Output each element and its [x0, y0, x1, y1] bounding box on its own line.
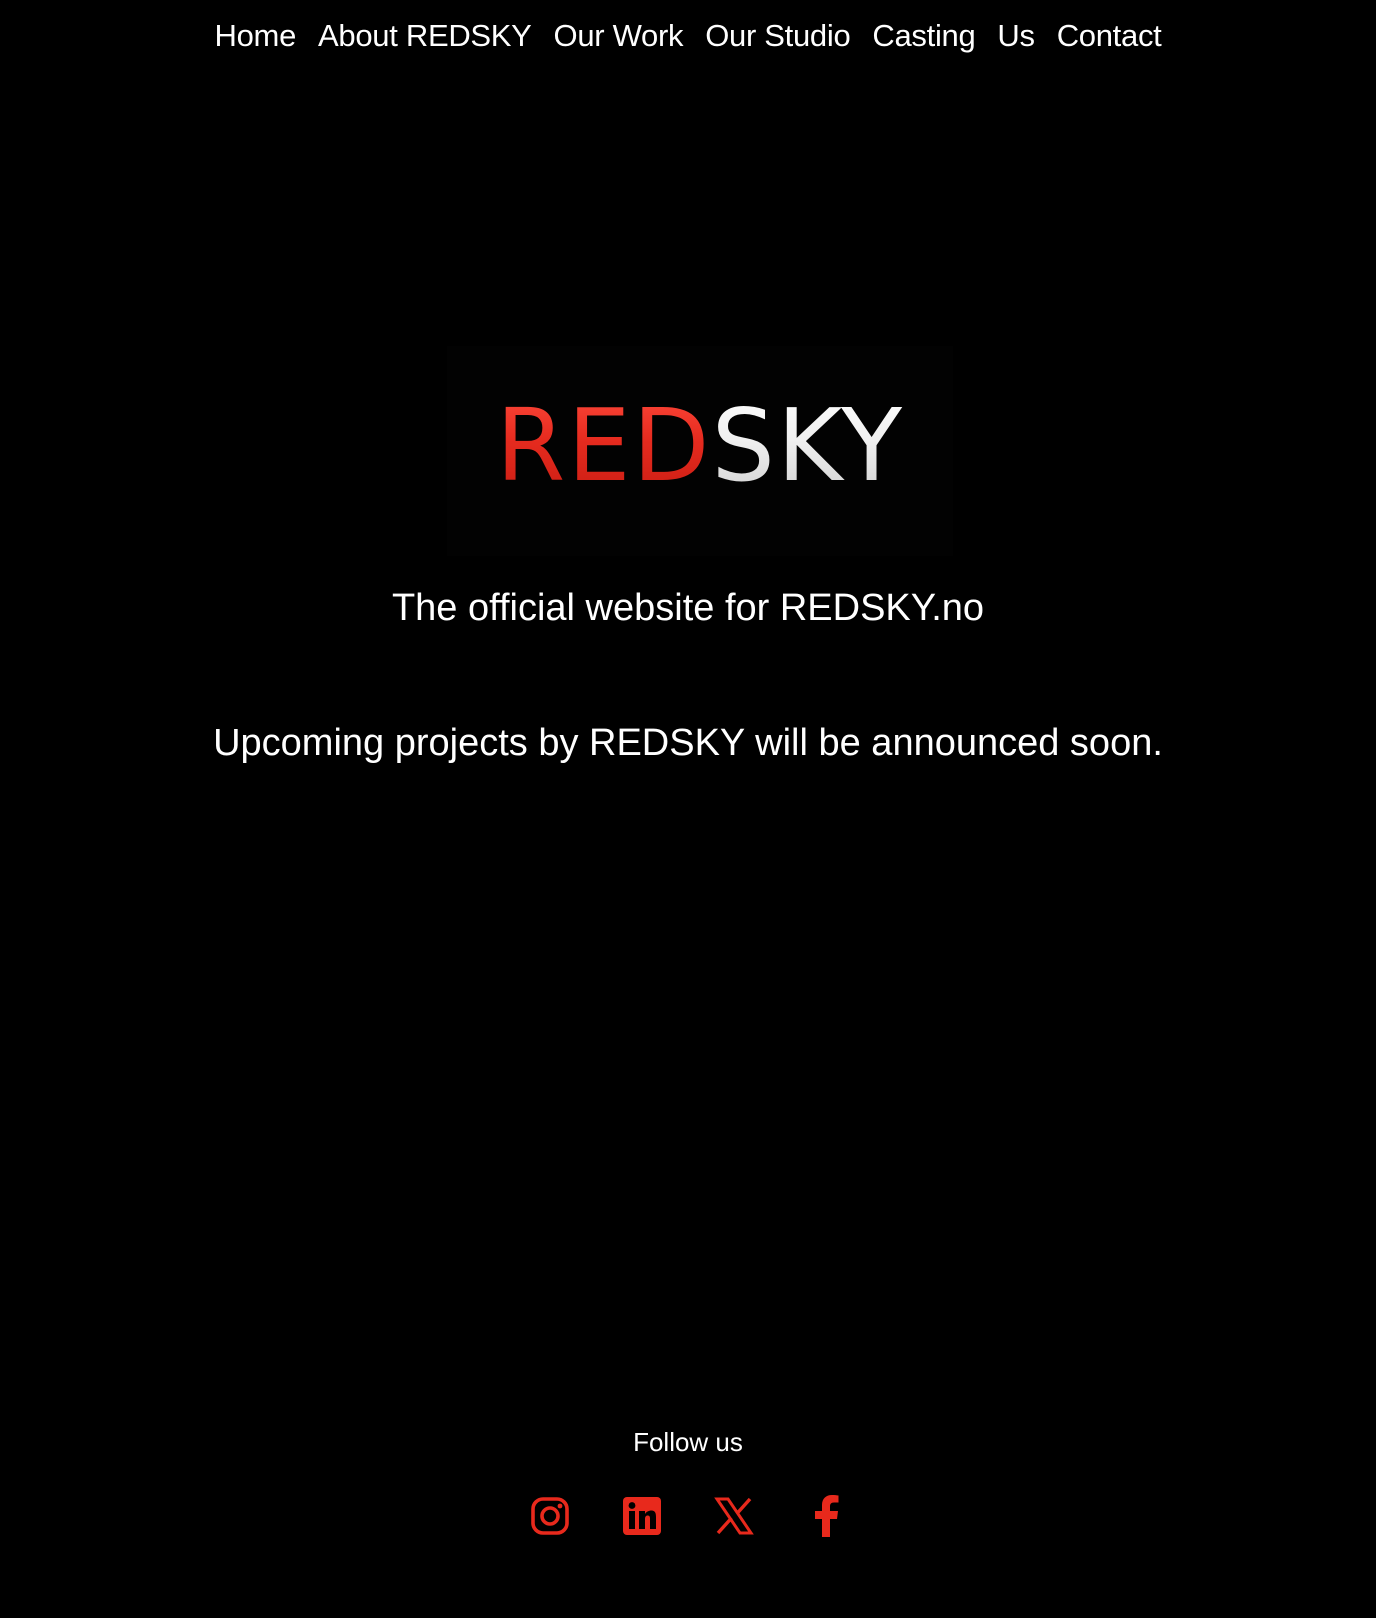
- nav-about-redsky[interactable]: About REDSKY: [318, 14, 532, 58]
- redsky-logo: REDSKY: [447, 346, 953, 556]
- nav-our-studio[interactable]: Our Studio: [705, 14, 851, 58]
- main-nav: Home About REDSKY Our Work Our Studio Ca…: [0, 14, 1376, 58]
- site-tagline: The official website for REDSKY.no: [391, 587, 985, 629]
- logo-sky-text: SKY: [711, 387, 905, 504]
- logo-red-text: RED: [495, 387, 712, 504]
- instagram-link[interactable]: [528, 1492, 572, 1540]
- x-icon: [714, 1497, 754, 1535]
- announcement-text: Upcoming projects by REDSKY will be anno…: [213, 722, 1163, 764]
- nav-our-work[interactable]: Our Work: [554, 14, 684, 58]
- facebook-link[interactable]: [804, 1492, 848, 1540]
- nav-home[interactable]: Home: [215, 14, 297, 58]
- linkedin-icon: [623, 1497, 661, 1535]
- facebook-icon: [815, 1495, 839, 1537]
- follow-us-label: Follow us: [633, 1427, 743, 1457]
- instagram-icon: [531, 1497, 569, 1535]
- nav-contact[interactable]: Contact: [1057, 14, 1162, 58]
- nav-us[interactable]: Us: [997, 14, 1035, 58]
- nav-casting[interactable]: Casting: [872, 14, 975, 58]
- logo-wordmark: REDSKY: [496, 391, 904, 501]
- x-link[interactable]: [712, 1492, 756, 1540]
- linkedin-link[interactable]: [620, 1492, 664, 1540]
- social-links: [0, 1492, 1376, 1540]
